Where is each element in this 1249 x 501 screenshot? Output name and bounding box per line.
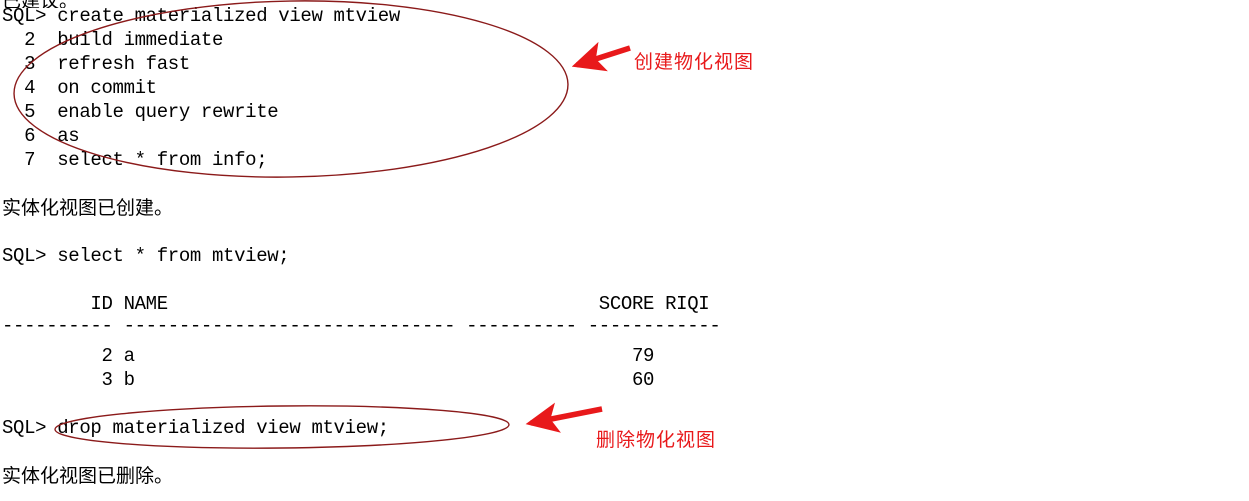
screenshot-root: 已建议。 SQL> create materialized view mtvie…	[0, 0, 1249, 501]
terminal-line: 5 enable query rewrite	[2, 101, 279, 123]
table-row: 3 b 60	[2, 369, 655, 391]
terminal-line: SQL> drop materialized view mtview;	[2, 417, 389, 439]
terminal-line: 6 as	[2, 125, 80, 147]
table-rule-row: ---------- -----------------------------…	[2, 315, 721, 337]
table-row: 2 a 79	[2, 345, 655, 367]
terminal-line: 7 select * from info;	[2, 149, 268, 171]
terminal-line: SQL> select * from mtview;	[2, 245, 290, 267]
annotation-label-create: 创建物化视图	[634, 51, 755, 73]
terminal-message-dropped: 实体化视图已删除。	[2, 465, 174, 487]
terminal-line: SQL> create materialized view mtview	[2, 5, 400, 27]
terminal-message-created: 实体化视图已创建。	[2, 197, 174, 219]
table-header-row: ID NAME SCORE RIQI	[2, 293, 710, 315]
terminal-line: 2 build immediate	[2, 29, 224, 51]
annotation-label-drop: 删除物化视图	[596, 429, 717, 451]
terminal-line: 4 on commit	[2, 77, 157, 99]
terminal-line: 3 refresh fast	[2, 53, 190, 75]
